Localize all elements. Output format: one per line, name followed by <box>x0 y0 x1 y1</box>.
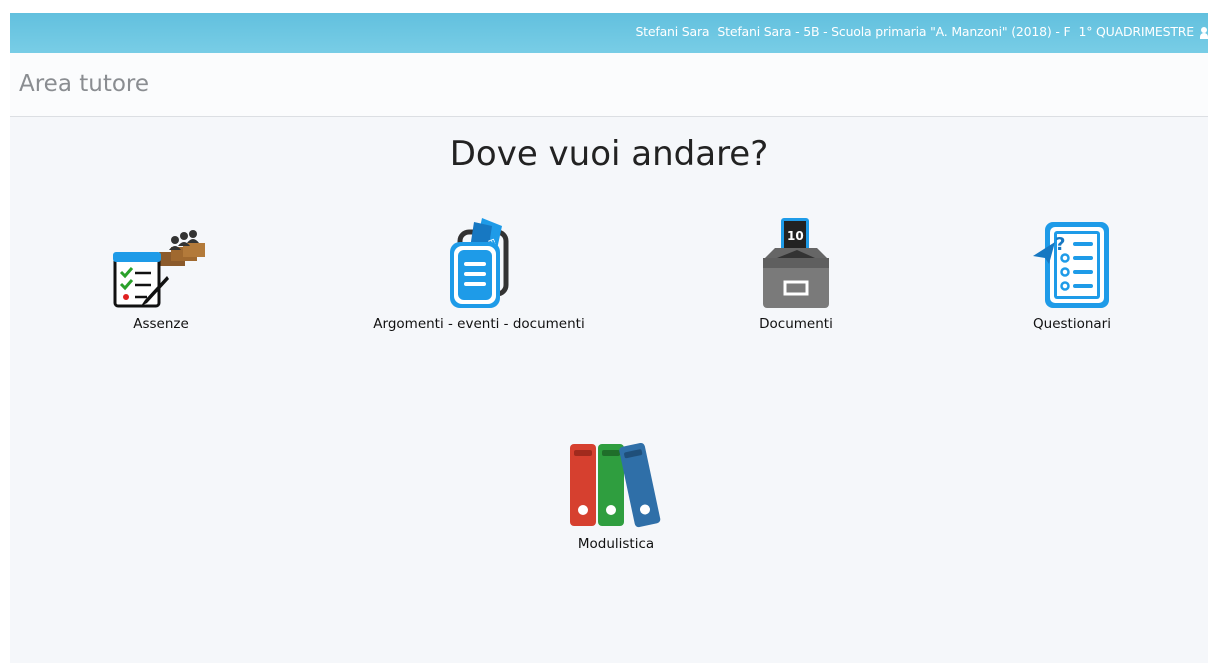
tile-documenti-label: Documenti <box>759 316 833 332</box>
tile-assenze[interactable]: Assenze <box>101 230 221 332</box>
svg-text:?: ? <box>1055 234 1065 255</box>
tile-documenti[interactable]: 10 Documenti <box>736 218 856 332</box>
user-info[interactable]: Stefani Sara Stefani Sara - 5B - Scuola p… <box>627 13 1194 53</box>
main-question: Dove vuoi andare? <box>449 134 769 174</box>
tile-assenze-label: Assenze <box>133 316 189 332</box>
page-header: Area tutore <box>10 53 1208 117</box>
tile-questionari-label: Questionari <box>1033 316 1111 332</box>
tile-modulistica[interactable]: Modulistica <box>556 440 676 552</box>
tile-argomenti-label: Argomenti - eventi - documenti <box>373 316 585 332</box>
attendance-icon <box>113 230 205 308</box>
tile-modulistica-label: Modulistica <box>577 536 655 552</box>
tile-argomenti-eventi-documenti[interactable]: EVEN Argomenti - eventi - documenti <box>373 218 585 332</box>
period-label: 1° QUADRIMESTRE <box>1078 24 1194 39</box>
user-icon[interactable] <box>1200 27 1208 39</box>
app-frame: Stefani Sara Stefani Sara - 5B - Scuola p… <box>10 13 1208 663</box>
document-archive-icon: 10 <box>763 218 829 308</box>
user-name: Stefani Sara <box>635 24 710 39</box>
binders-icon <box>570 442 661 528</box>
questionnaire-icon: ? <box>1033 222 1109 308</box>
page-title: Area tutore <box>19 71 150 97</box>
user-context: Stefani Sara - 5B - Scuola primaria "A. … <box>717 24 1071 39</box>
svg-text:10: 10 <box>787 229 804 243</box>
top-bar: Stefani Sara Stefani Sara - 5B - Scuola p… <box>10 13 1208 53</box>
tile-questionari[interactable]: ? Questionari <box>1012 220 1132 332</box>
topics-events-icon: EVEN <box>450 218 509 308</box>
